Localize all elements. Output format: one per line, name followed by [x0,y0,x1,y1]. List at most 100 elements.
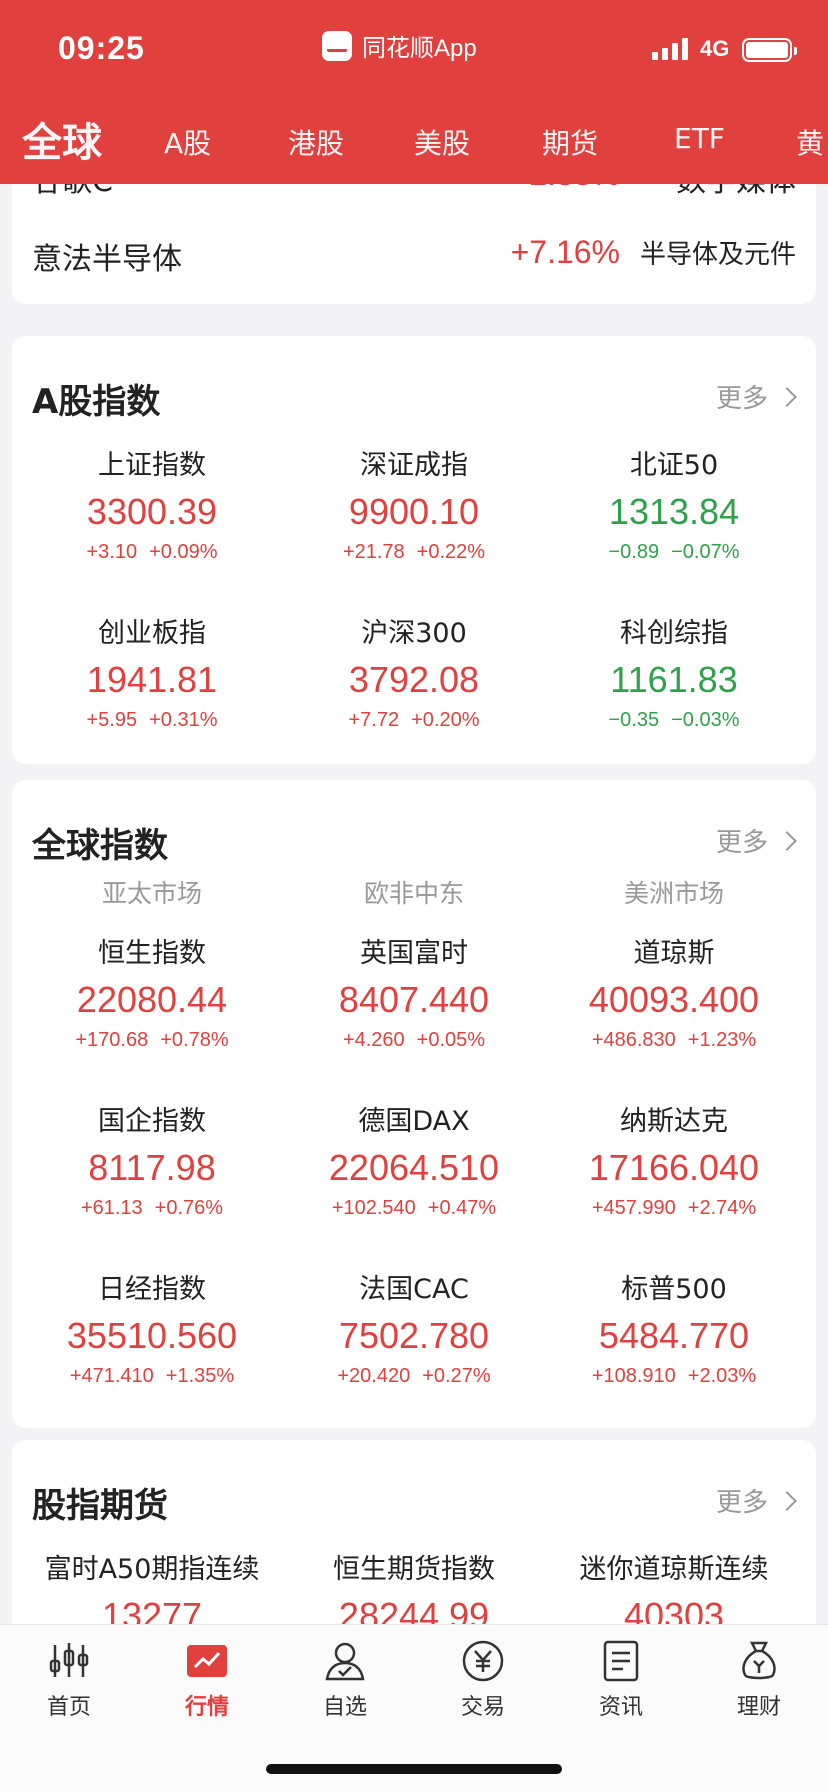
index-name: 上证指数 [98,450,206,481]
index-value: 17166.040 [588,1147,760,1188]
index-change: +3.10 +0.09% [22,538,282,566]
change-pct: +0.47% [427,1197,497,1219]
global-index-card: 全球指数 更多 亚太市场 欧非中东 美洲市场 恒生指数 22080.44 +17… [12,780,816,1428]
futures-cell[interactable]: 恒生期货指数 28244.99 [284,1552,544,1624]
nav-market[interactable]: 行情 [138,1639,276,1721]
change-value: +102.540 [331,1197,416,1219]
more-label: 更多 [715,828,768,858]
change-pct: +0.05% [416,1029,486,1051]
futures-cell[interactable]: 迷你道琼斯连续 40303 [544,1552,804,1624]
change-value: −0.89 [608,541,660,563]
app-name: 同花顺App [362,35,477,62]
nav-news[interactable]: 资讯 [552,1639,690,1721]
index-cell[interactable]: 北证50 1313.84 −0.89 −0.07% [544,448,804,566]
futures-value: 40303 [623,1595,725,1624]
nav-wealth[interactable]: 理财 [690,1639,828,1721]
status-bar: 09:25 同花顺App 4G [0,0,828,100]
content-scroll[interactable]: 谷歌C +2.38% 数字媒体 意法半导体 +7.16% 半导体及元件 A股指数… [0,184,828,1624]
change-value: +20.420 [337,1365,411,1387]
change-value: +457.990 [591,1197,676,1219]
index-cell[interactable]: 英国富时 8407.440 +4.260 +0.05% [284,936,544,1054]
index-name: 恒生指数 [98,938,206,969]
chevron-right-icon [777,386,797,407]
index-cell[interactable]: 深证成指 9900.10 +21.78 +0.22% [284,448,544,566]
person-icon [323,1639,367,1683]
index-cell[interactable]: 沪深300 3792.08 +7.72 +0.20% [284,616,544,734]
nav-label: 行情 [184,1695,229,1720]
futures-value: 28244.99 [338,1595,490,1624]
index-cell[interactable]: 国企指数 8117.98 +61.13 +0.76% [22,1104,282,1222]
index-cell[interactable]: 创业板指 1941.81 +5.95 +0.31% [22,616,282,734]
index-cell[interactable]: 纳斯达克 17166.040 +457.990 +2.74% [544,1104,804,1222]
a-share-index-card: A股指数 更多 上证指数 3300.39 +3.10 +0.09% 深证成指 99… [12,336,816,764]
tab-futures[interactable]: 期货 [542,122,598,162]
tab-gold[interactable]: 黄 [796,122,824,162]
change-pct: +0.22% [416,541,486,563]
index-value: 22080.44 [76,979,228,1020]
nav-watchlist[interactable]: 自选 [276,1639,414,1721]
futures-name: 富时A50期指连续 [44,1554,260,1585]
change-value: +5.95 [86,709,138,731]
app-logo-icon [322,30,352,61]
yuan-icon [461,1639,505,1683]
index-value: 9900.10 [348,491,480,532]
index-cell[interactable]: 上证指数 3300.39 +3.10 +0.09% [22,448,282,566]
index-cell[interactable]: 恒生指数 22080.44 +170.68 +0.78% [22,936,282,1054]
list-item[interactable]: 意法半导体 +7.16% 半导体及元件 [32,234,796,277]
index-change: +471.410 +1.35% [22,1362,282,1390]
futures-cell[interactable]: 富时A50期指连续 13277 [22,1552,282,1624]
app-header: 09:25 同花顺App 4G 全球 A股 港股 美股 期货 ETF 黄 [0,0,828,184]
index-change: +21.78 +0.22% [284,538,544,566]
change-value: +3.10 [86,541,138,563]
index-cell[interactable]: 法国CAC 7502.780 +20.420 +0.27% [284,1272,544,1390]
list-item[interactable]: 谷歌C +2.38% 数字媒体 [32,184,796,199]
index-cell[interactable]: 道琼斯 40093.400 +486.830 +1.23% [544,936,804,1054]
more-button[interactable]: 更多 [716,1482,797,1519]
index-cell[interactable]: 日经指数 35510.560 +471.410 +1.35% [22,1272,282,1390]
change-pct: +0.09% [149,541,218,563]
index-change: +170.68 +0.78% [22,1026,282,1054]
index-change: −0.35 −0.03% [544,706,804,734]
index-value: 3792.08 [348,659,480,700]
battery-icon [742,38,797,62]
index-name: 标普500 [621,1274,727,1305]
index-name: 国企指数 [98,1106,206,1137]
tab-us[interactable]: 美股 [414,122,470,162]
index-name: 深证成指 [360,450,468,481]
change-value: +4.260 [342,1029,405,1051]
nav-home[interactable]: 首页 [0,1639,138,1721]
more-button[interactable]: 更多 [716,378,797,415]
stock-name: 意法半导体 [32,242,182,277]
index-change: +102.540 +0.47% [284,1194,544,1222]
nav-label: 交易 [460,1695,505,1720]
tab-etf[interactable]: ETF [674,122,725,155]
nav-trade[interactable]: 交易 [414,1639,552,1721]
stock-list-card: 谷歌C +2.38% 数字媒体 意法半导体 +7.16% 半导体及元件 [12,184,816,304]
chevron-right-icon [777,1490,797,1511]
change-pct: +1.35% [165,1365,235,1387]
change-pct: +1.23% [687,1029,757,1051]
index-name: 创业板指 [98,618,206,649]
home-indicator [266,1764,562,1774]
region-label-emea: 欧非中东 [363,879,464,908]
futures-value: 13277 [101,1595,203,1624]
index-change: +4.260 +0.05% [284,1026,544,1054]
index-cell[interactable]: 科创综指 1161.83 −0.35 −0.03% [544,616,804,734]
index-value: 5484.770 [598,1315,750,1356]
index-value: 3300.39 [86,491,218,532]
market-tabs: 全球 A股 港股 美股 期货 ETF 黄 [0,100,828,184]
change-value: +170.68 [75,1029,149,1051]
more-button[interactable]: 更多 [715,822,797,859]
index-value: 1941.81 [86,659,218,700]
tab-hk[interactable]: 港股 [288,122,344,162]
index-cell[interactable]: 德国DAX 22064.510 +102.540 +0.47% [284,1104,544,1222]
stock-name: 谷歌C [32,184,113,200]
tab-global[interactable]: 全球 [22,110,102,168]
index-value: 7502.780 [338,1315,490,1356]
change-pct: +2.03% [687,1365,757,1387]
chevron-right-icon [777,830,797,851]
index-name: 纳斯达克 [620,1106,728,1137]
index-cell[interactable]: 标普500 5484.770 +108.910 +2.03% [544,1272,804,1390]
index-change: −0.89 −0.07% [544,538,804,566]
tab-a-share[interactable]: A股 [164,122,211,162]
